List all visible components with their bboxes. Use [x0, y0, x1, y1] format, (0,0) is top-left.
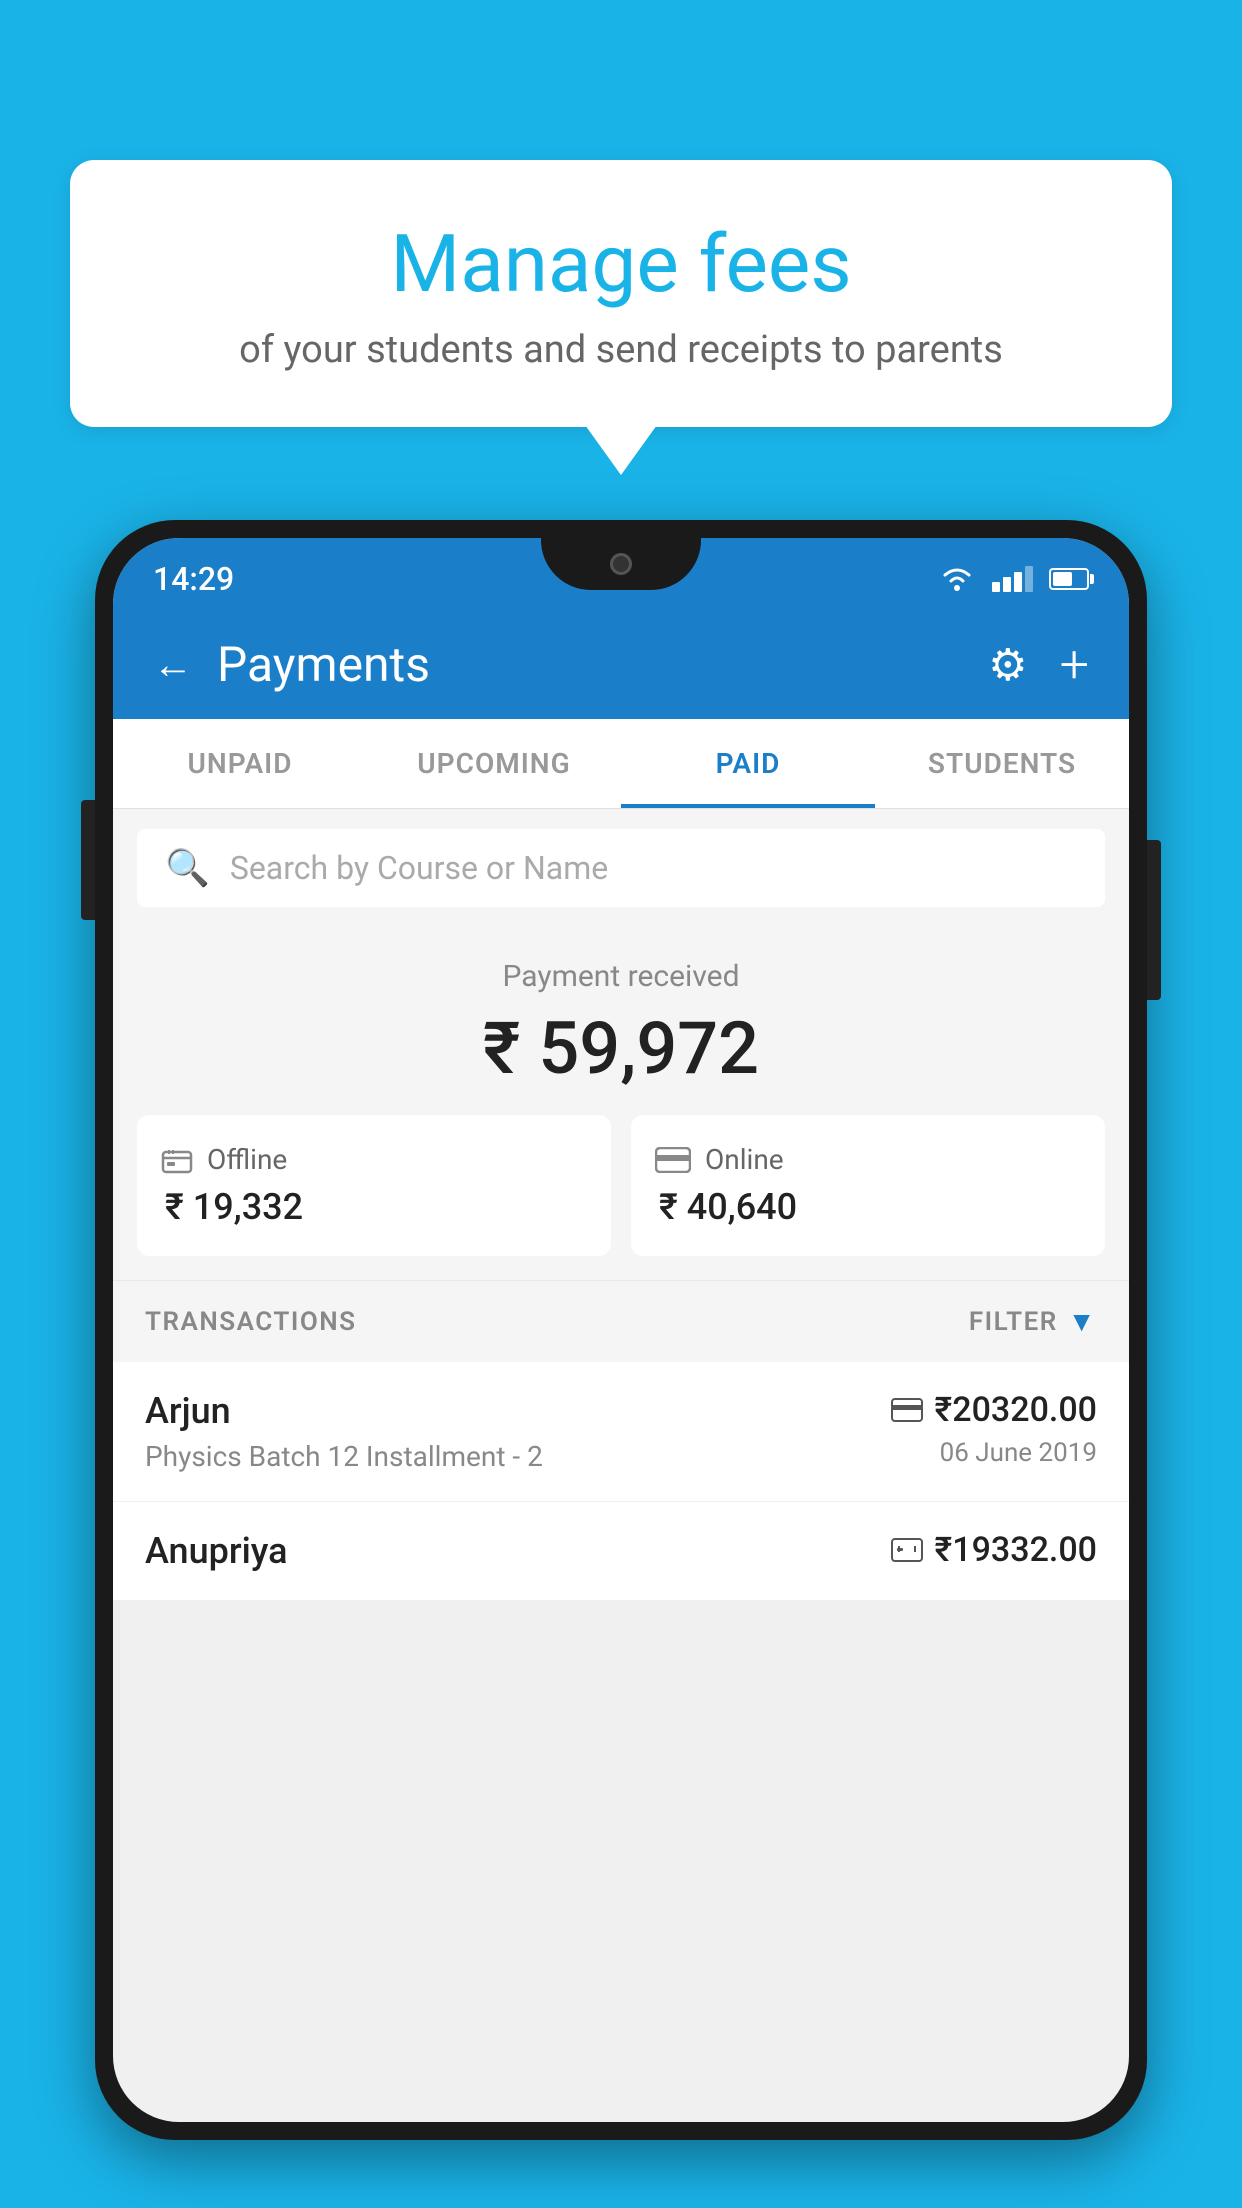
offline-label: Offline	[207, 1143, 287, 1176]
tab-paid[interactable]: PAID	[621, 719, 875, 808]
transaction-name: Arjun	[145, 1390, 543, 1432]
status-time: 14:29	[153, 560, 234, 598]
search-input[interactable]: Search by Course or Name	[230, 849, 608, 887]
filter-button[interactable]: FILTER ▼	[969, 1305, 1097, 1338]
online-amount: ₹ 40,640	[655, 1186, 797, 1228]
signal-icon	[992, 566, 1033, 592]
phone-outer: 14:29	[95, 520, 1147, 2140]
transaction-date: 06 June 2019	[940, 1438, 1097, 1468]
online-icon	[655, 1147, 691, 1173]
payment-cards: Offline ₹ 19,332 Online ₹	[137, 1115, 1105, 1256]
battery-icon	[1049, 568, 1089, 590]
back-button[interactable]: ←	[153, 641, 193, 688]
total-amount: ₹ 59,972	[137, 1006, 1105, 1091]
online-card-header: Online	[655, 1143, 784, 1176]
transaction-right: ₹20320.00 06 June 2019	[891, 1390, 1097, 1468]
bubble-subtitle: of your students and send receipts to pa…	[150, 328, 1092, 372]
app-header: ← Payments ⚙ +	[113, 610, 1129, 719]
camera	[610, 553, 632, 575]
phone-screen: 14:29	[113, 538, 1129, 2122]
filter-icon: ▼	[1068, 1305, 1097, 1338]
speech-bubble: Manage fees of your students and send re…	[70, 160, 1172, 427]
phone-notch	[541, 538, 701, 590]
online-label: Online	[705, 1143, 784, 1176]
transactions-label: TRANSACTIONS	[145, 1307, 357, 1337]
transaction-amount: ₹20320.00	[935, 1390, 1097, 1430]
transaction-left: Arjun Physics Batch 12 Installment - 2	[145, 1390, 543, 1473]
amount-row: ₹20320.00	[891, 1390, 1097, 1430]
search-container: 🔍 Search by Course or Name	[113, 809, 1129, 927]
transaction-amount: ₹19332.00	[935, 1530, 1097, 1570]
transaction-left: Anupriya	[145, 1530, 288, 1572]
tab-unpaid[interactable]: UNPAID	[113, 719, 367, 808]
offline-icon	[161, 1146, 193, 1174]
speech-bubble-container: Manage fees of your students and send re…	[70, 160, 1172, 427]
transaction-name: Anupriya	[145, 1530, 288, 1572]
wifi-icon	[938, 565, 976, 593]
offline-card: Offline ₹ 19,332	[137, 1115, 611, 1256]
add-button[interactable]: +	[1060, 634, 1089, 695]
table-row[interactable]: Arjun Physics Batch 12 Installment - 2 ₹…	[113, 1362, 1129, 1502]
tab-students[interactable]: STUDENTS	[875, 719, 1129, 808]
search-icon: 🔍	[165, 847, 210, 889]
online-card: Online ₹ 40,640	[631, 1115, 1105, 1256]
payment-received-label: Payment received	[137, 959, 1105, 994]
amount-row: ₹19332.00	[891, 1530, 1097, 1570]
bubble-title: Manage fees	[150, 220, 1092, 308]
page-title: Payments	[217, 636, 430, 693]
filter-label: FILTER	[969, 1307, 1058, 1337]
transaction-course: Physics Batch 12 Installment - 2	[145, 1440, 543, 1473]
search-bar[interactable]: 🔍 Search by Course or Name	[137, 829, 1105, 907]
tab-upcoming[interactable]: UPCOMING	[367, 719, 621, 808]
transactions-list: Arjun Physics Batch 12 Installment - 2 ₹…	[113, 1362, 1129, 1601]
card-payment-icon	[891, 1398, 923, 1422]
settings-icon[interactable]: ⚙	[988, 639, 1027, 691]
header-right: ⚙ +	[988, 634, 1089, 695]
offline-amount: ₹ 19,332	[161, 1186, 303, 1228]
transaction-right: ₹19332.00	[891, 1530, 1097, 1570]
offline-card-header: Offline	[161, 1143, 287, 1176]
phone-wrapper: 14:29	[95, 520, 1147, 2208]
status-icons	[938, 565, 1089, 593]
cash-payment-icon	[891, 1538, 923, 1562]
payment-summary: Payment received ₹ 59,972 Offline	[113, 927, 1129, 1280]
battery-fill	[1053, 572, 1072, 586]
table-row[interactable]: Anupriya ₹19332.00	[113, 1502, 1129, 1601]
tabs: UNPAID UPCOMING PAID STUDENTS	[113, 719, 1129, 809]
header-left: ← Payments	[153, 636, 430, 693]
transactions-header: TRANSACTIONS FILTER ▼	[113, 1280, 1129, 1362]
